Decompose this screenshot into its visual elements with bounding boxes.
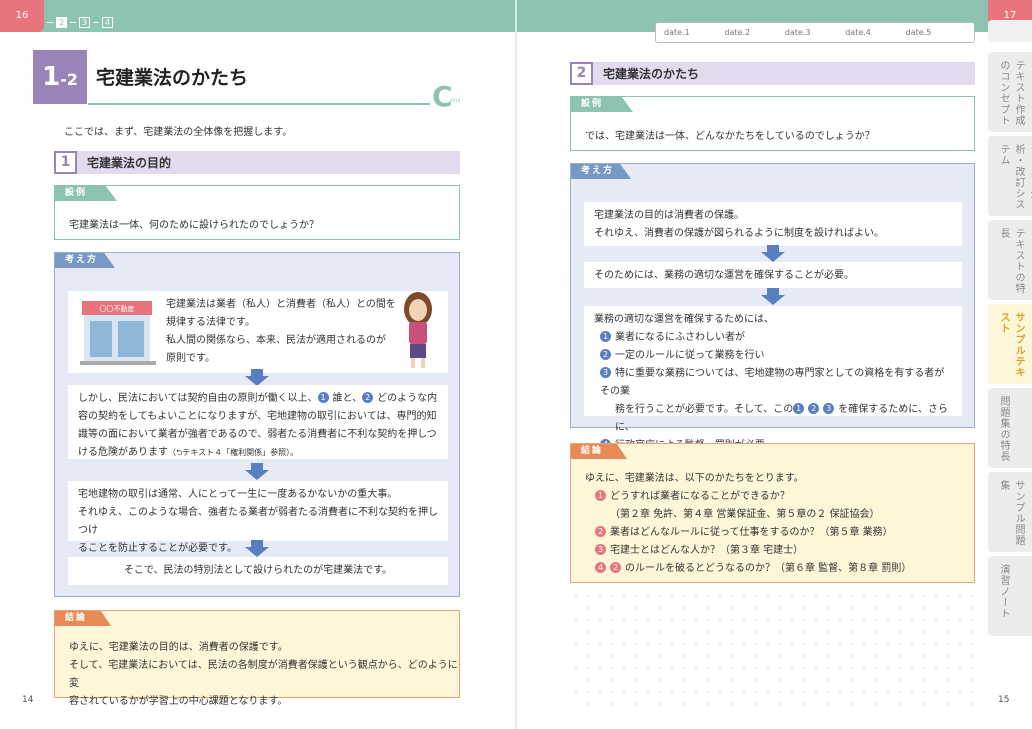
conclusion-tag: 結論 <box>571 444 627 459</box>
list-item: 2 業者はどんなルールに従って仕事をするのか？（第５章 業務） <box>585 524 911 542</box>
side-tab[interactable]: サンプル問題集 <box>988 472 1032 552</box>
page-tab-left: 16 <box>0 0 44 32</box>
date-field[interactable]: date.4 <box>845 28 905 37</box>
chapter-nav-item[interactable]: 3 <box>79 16 90 28</box>
text-line: ゆえに、宅建業法は、以下のかたちをとります。 <box>585 473 804 484</box>
question-text: 宅建業法は一体、何のために設けられたのでしょうか？ <box>69 220 319 231</box>
side-tab-active[interactable]: サンプルテキスト <box>988 304 1032 384</box>
circle-number-icon: 2 <box>362 392 374 403</box>
side-tab-cap <box>988 20 1032 42</box>
chapter-nav-item[interactable]: 4 <box>102 16 113 28</box>
text-line: 業務の適切な運営を確保するためには、 <box>594 314 774 325</box>
thinking-box-4: そこで、民法の特別法として設けられたのが宅建業法です。 <box>68 557 448 585</box>
thinking-box-1: 〇〇不動産 宅建業法は業者（私人）と消費者（私人）との間を 規律する法律です。 … <box>68 291 448 373</box>
circle-number-icon: 1 <box>317 392 329 403</box>
subsection-heading: 1 宅建業法の目的 <box>54 151 460 174</box>
list-item: 4 2 のルールを破るとどうなるのか？（第６章 監督、第８章 罰則） <box>585 560 911 578</box>
text-line: 容されているかが学習上の中心課題となります。 <box>69 696 288 707</box>
list-item: 2 一定のルールに従って業務を行い <box>594 347 952 365</box>
list-item-cont: 務を行うことが必要です。そして、この 1 2 3 を確保するために、さらに、 <box>615 403 948 433</box>
woman-character-icon <box>404 292 432 368</box>
list-item: 1 どうすれば業者になることができるか？ <box>585 488 911 506</box>
reference-link[interactable]: （⮌テキスト４「権利関係」参照）。 <box>168 448 298 457</box>
thinking-box-1: 宅建業法の目的は消費者の保護。 それゆえ、消費者の保護が図られるように制度を設け… <box>584 202 962 246</box>
list-item: 3 宅建士とはどんな人か？（第３章 宅建士） <box>585 542 911 560</box>
text-line: それゆえ、このような場合、強者たる業者が弱者たる消費者に不利な契約を押しつけ <box>78 507 438 536</box>
real-estate-shop-icon: 〇〇不動産 <box>80 301 156 365</box>
thinking-box-2: そのためには、業務の適切な運営を確保することが必要。 <box>584 262 962 288</box>
side-tab[interactable]: テキスト作成のコンセプト <box>988 52 1032 132</box>
arrow-down-icon <box>761 245 785 262</box>
text-line: そして、宅建業法においては、民法の各制度が消費者保護という観点から、どのように変 <box>69 660 458 689</box>
arrow-down-icon <box>245 463 269 480</box>
dot-pattern <box>570 590 975 710</box>
thinking-box-3: 宅地建物の取引は通常、人にとって一生に一度あるかないかの重大事。 それゆえ、この… <box>68 481 448 554</box>
thinking-tag: 考え方 <box>55 253 115 268</box>
question-tag: 設例 <box>55 186 117 201</box>
conclusion-tag: 結論 <box>55 611 111 626</box>
thinking-box-2: しかし、民法においては契約自由の原則が働く以上、 1 誰と、 2 どのような内容の契約を… <box>68 385 448 459</box>
shop-sign: 〇〇不動産 <box>100 304 135 313</box>
chapter-nav: 2 3 4 <box>47 16 113 28</box>
arrow-down-icon <box>245 369 269 386</box>
page-gutter <box>515 0 517 729</box>
arrow-down-icon <box>245 540 269 557</box>
date-checklist: date.1 date.2 date.3 date.4 date.5 <box>655 22 975 43</box>
side-tab[interactable]: 演習ノート <box>988 556 1032 636</box>
arrow-down-icon <box>761 288 785 305</box>
intro-text: ここでは、まず、宅建業法の全体像を把握します。 <box>64 127 293 138</box>
chapter-nav-item[interactable]: 2 <box>56 16 67 28</box>
section-number-badge: 1-2 <box>33 50 87 104</box>
date-field[interactable]: date.2 <box>724 28 784 37</box>
question-text: では、宅建業法は一体、どんなかたちをしているのでしょうか？ <box>585 131 875 142</box>
date-field[interactable]: date.3 <box>785 28 845 37</box>
thinking-box: 考え方 〇〇不動産 宅建業法は業者（私人）と消費者（私人）との間を 規律する法律… <box>54 252 460 597</box>
logo-sub: 2016 <box>450 98 461 103</box>
title-underline <box>88 103 430 105</box>
question-box: 設例 では、宅建業法は一体、どんなかたちをしているのでしょうか？ <box>570 96 975 151</box>
date-field[interactable]: date.1 <box>664 28 724 37</box>
list-item-cont: （第２章 免許、第４章 営業保証金、第５章の２ 保証協会） <box>610 509 880 520</box>
thinking-tag: 考え方 <box>571 164 631 179</box>
text-line: ゆえに、宅建業法の目的は、消費者の保護です。 <box>69 642 288 653</box>
section-title: 宅建業法のかたち <box>96 67 249 89</box>
conclusion-box: 結論 ゆえに、宅建業法の目的は、消費者の保護です。 そして、宅建業法においては、… <box>54 610 460 707</box>
page-number-left: 14 <box>22 695 34 705</box>
logo-c-icon: C <box>432 80 453 113</box>
list-item: 1 業者になるにふさわしい者が <box>594 329 952 347</box>
text-line: 宅建業法の目的は消費者の保護。 <box>594 210 744 221</box>
side-tab[interactable]: 問題集の特長 <box>988 388 1032 468</box>
page-number-right: 15 <box>998 695 1010 705</box>
text-line: 宅地建物の取引は通常、人にとって一生に一度あるかないかの重大事。 <box>78 489 398 500</box>
thinking-box: 考え方 宅建業法の目的は消費者の保護。 それゆえ、消費者の保護が図られるように制… <box>570 163 975 451</box>
thinking-box-3: 業務の適切な運営を確保するためには、 1 業者になるにふさわしい者が 2 一定のルー… <box>584 306 962 451</box>
subsection-heading: 2 宅建業法のかたち <box>570 62 975 85</box>
text-line: それゆえ、消費者の保護が図られるように制度を設ければよい。 <box>594 228 884 239</box>
conclusion-box: 結論 ゆえに、宅建業法は、以下のかたちをとります。 1 どうすれば業者になることが… <box>570 443 975 583</box>
question-box: 設例 宅建業法は一体、何のために設けられたのでしょうか？ <box>54 185 460 240</box>
side-tab[interactable]: テキストの特長 <box>988 220 1032 300</box>
side-tab[interactable]: テキスト分析・改訂システム <box>988 136 1032 216</box>
date-field[interactable]: date.5 <box>906 28 966 37</box>
list-item: 3 特に重要な業務については、宅地建物の専門家としての資格を有する者がその業 <box>600 367 945 397</box>
question-tag: 設例 <box>571 97 633 112</box>
